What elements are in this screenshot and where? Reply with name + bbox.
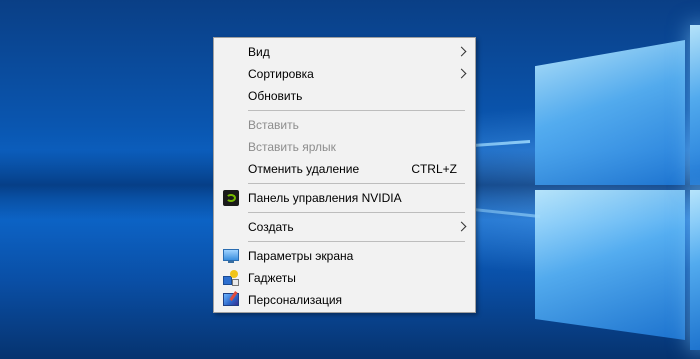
chevron-right-icon	[456, 221, 467, 232]
menu-separator	[248, 110, 465, 111]
menu-separator	[248, 241, 465, 242]
menu-item-label: Гаджеты	[248, 271, 296, 285]
windows-logo-pane	[535, 40, 685, 185]
display-settings-icon	[223, 249, 239, 263]
nvidia-icon	[223, 190, 239, 206]
menu-item-label: Параметры экрана	[248, 249, 354, 263]
menu-item-new[interactable]: Создать	[214, 216, 475, 238]
chevron-right-icon	[456, 68, 467, 79]
menu-item-label: Отменить удаление	[248, 162, 360, 176]
menu-item-sort[interactable]: Сортировка	[214, 63, 475, 85]
menu-separator	[248, 212, 465, 213]
menu-item-nvidia-control-panel[interactable]: Панель управления NVIDIA	[214, 187, 475, 209]
menu-item-label: Сортировка	[248, 67, 314, 81]
menu-item-label: Вид	[248, 45, 270, 59]
menu-item-gadgets[interactable]: Гаджеты	[214, 267, 475, 289]
menu-item-undo-delete[interactable]: Отменить удаление CTRL+Z	[214, 158, 475, 180]
menu-item-display-settings[interactable]: Параметры экрана	[214, 245, 475, 267]
desktop-context-menu: Вид Сортировка Обновить Вставить Вставит…	[213, 37, 476, 313]
chevron-right-icon	[456, 46, 467, 57]
menu-item-view[interactable]: Вид	[214, 41, 475, 63]
menu-item-shortcut: CTRL+Z	[411, 162, 457, 176]
menu-item-label: Вставить ярлык	[248, 140, 336, 154]
windows-logo-pane	[535, 190, 685, 340]
gadgets-icon	[223, 270, 239, 286]
personalization-icon	[223, 293, 239, 306]
menu-item-label: Обновить	[248, 89, 303, 103]
menu-item-label: Вставить	[248, 118, 299, 132]
menu-item-paste: Вставить	[214, 114, 475, 136]
menu-item-label: Панель управления NVIDIA	[248, 191, 402, 205]
windows-logo-pane	[690, 190, 700, 350]
menu-item-paste-shortcut: Вставить ярлык	[214, 136, 475, 158]
menu-item-label: Персонализация	[248, 293, 343, 307]
menu-item-label: Создать	[248, 220, 294, 234]
menu-separator	[248, 183, 465, 184]
menu-item-refresh[interactable]: Обновить	[214, 85, 475, 107]
windows-logo-pane	[690, 25, 700, 185]
menu-item-personalization[interactable]: Персонализация	[214, 289, 475, 311]
